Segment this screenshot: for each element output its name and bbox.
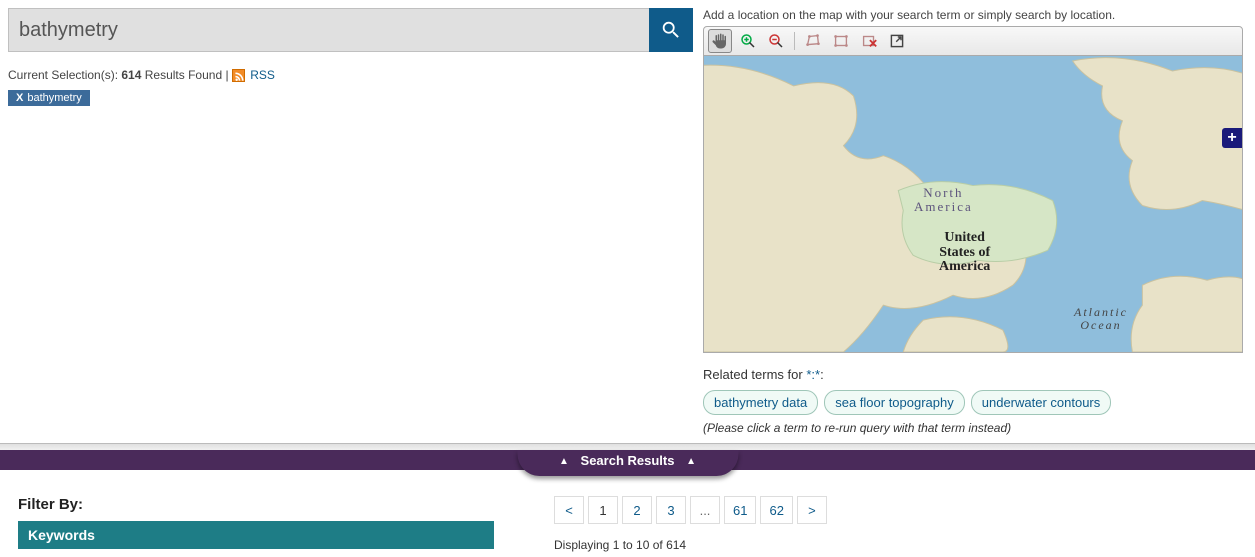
page-ellipsis: ... xyxy=(690,496,720,524)
chevron-up-icon: ▲ xyxy=(686,456,696,467)
rss-link[interactable]: RSS xyxy=(250,68,275,82)
rectangle-icon xyxy=(832,32,850,50)
map-label-atlantic: AtlanticOcean xyxy=(1074,306,1128,331)
draw-rectangle-tool[interactable] xyxy=(829,29,853,53)
map[interactable]: NorthAmerica UnitedStates ofAmerica Atla… xyxy=(703,56,1243,353)
map-hint: Add a location on the map with your sear… xyxy=(703,8,1243,22)
page-2[interactable]: 2 xyxy=(622,496,652,524)
close-icon: X xyxy=(16,92,23,104)
related-terms-label: Related terms for *:*: xyxy=(703,367,1243,382)
toolbar-separator xyxy=(794,32,795,50)
map-canvas xyxy=(704,56,1242,352)
map-toolbar xyxy=(703,26,1243,56)
page-62[interactable]: 62 xyxy=(760,496,792,524)
search-button[interactable] xyxy=(649,8,693,52)
results-bar: ▲ Search Results ▲ xyxy=(0,450,1255,470)
results-tab[interactable]: ▲ Search Results ▲ xyxy=(517,450,738,476)
zoom-out-tool[interactable] xyxy=(764,29,788,53)
polygon-icon xyxy=(804,32,822,50)
map-expand-badge[interactable]: + xyxy=(1222,128,1242,148)
page-3[interactable]: 3 xyxy=(656,496,686,524)
clear-shape-tool[interactable] xyxy=(857,29,881,53)
page-next[interactable]: > xyxy=(797,496,827,524)
filter-chip-bathymetry[interactable]: Xbathymetry xyxy=(8,90,90,106)
facet-keywords[interactable]: Keywords xyxy=(18,521,494,549)
zoom-in-tool[interactable] xyxy=(736,29,760,53)
rss-icon xyxy=(232,69,245,82)
zoom-out-icon xyxy=(767,32,785,50)
term-pill[interactable]: sea floor topography xyxy=(824,390,965,415)
search-icon xyxy=(660,19,682,41)
pagination: < 1 2 3 ... 61 62 > xyxy=(554,496,1237,524)
term-pill[interactable]: underwater contours xyxy=(971,390,1112,415)
selection-summary: Current Selection(s): 614 Results Found … xyxy=(8,68,693,82)
search-bar xyxy=(8,8,693,52)
chevron-up-icon: ▲ xyxy=(559,456,569,467)
pan-tool[interactable] xyxy=(708,29,732,53)
page-1[interactable]: 1 xyxy=(588,496,618,524)
expand-map-tool[interactable] xyxy=(885,29,909,53)
page-prev[interactable]: < xyxy=(554,496,584,524)
expand-icon xyxy=(889,33,905,49)
map-label-north-america: NorthAmerica xyxy=(914,186,973,213)
zoom-in-icon xyxy=(739,32,757,50)
section-divider xyxy=(0,443,1255,450)
term-pill[interactable]: bathymetry data xyxy=(703,390,818,415)
page-61[interactable]: 61 xyxy=(724,496,756,524)
draw-polygon-tool[interactable] xyxy=(801,29,825,53)
related-terms-note: (Please click a term to re-run query wit… xyxy=(703,421,1243,435)
clear-icon xyxy=(860,32,878,50)
results-range: Displaying 1 to 10 of 614 xyxy=(554,538,1237,552)
related-terms: bathymetry data sea floor topography und… xyxy=(703,390,1243,415)
map-label-usa: UnitedStates ofAmerica xyxy=(939,231,990,275)
search-input[interactable] xyxy=(8,8,649,52)
filter-heading: Filter By: xyxy=(18,496,494,513)
hand-icon xyxy=(711,32,729,50)
